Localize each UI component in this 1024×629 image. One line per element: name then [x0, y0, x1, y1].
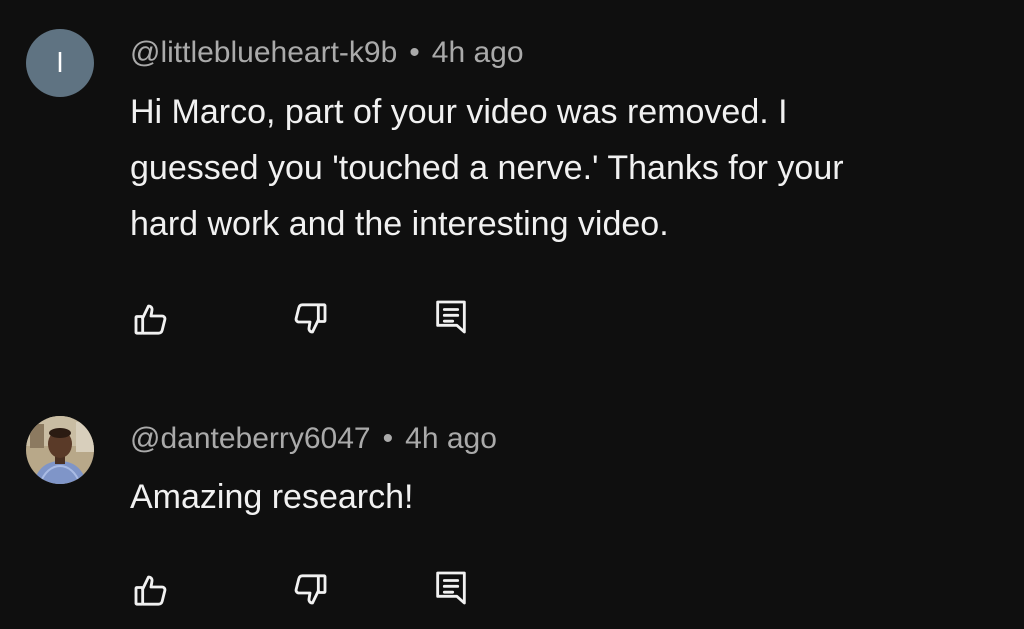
reply-icon [436, 571, 466, 605]
thumbs-up-icon [134, 575, 167, 606]
comment-text: Amazing research! [130, 469, 413, 525]
comment-header: @littleblueheart-k9b • 4h ago [130, 36, 524, 70]
dislike-button[interactable] [287, 567, 333, 613]
separator-dot: • [409, 36, 420, 69]
avatar[interactable]: l [26, 29, 94, 97]
comment-text-line: guessed you 'touched a nerve.' Thanks fo… [130, 149, 844, 187]
author-handle[interactable]: @danteberry6047 [130, 422, 371, 455]
avatar-letter: l [56, 47, 64, 78]
like-button[interactable] [128, 567, 174, 613]
comment-header: @danteberry6047 • 4h ago [130, 422, 497, 456]
separator-dot: • [382, 422, 394, 455]
comment-timestamp[interactable]: 4h ago [432, 36, 524, 69]
reply-icon [436, 300, 466, 334]
comment-text-line: Amazing research! [130, 478, 414, 516]
author-handle[interactable]: @littleblueheart-k9b [130, 36, 397, 69]
like-button[interactable] [128, 296, 174, 342]
comment-text: Hi Marco, part of your video was removed… [130, 84, 844, 252]
thumbs-up-icon [134, 304, 167, 335]
avatar[interactable] [26, 416, 94, 484]
thumbs-down-icon [294, 303, 327, 334]
comment-text-line: hard work and the interesting video. [130, 205, 669, 243]
reply-button[interactable] [428, 565, 474, 611]
comment-text-line: Hi Marco, part of your video was removed… [130, 93, 788, 131]
profile-photo-icon [26, 416, 94, 484]
thumbs-down-icon [294, 574, 327, 605]
comment-timestamp[interactable]: 4h ago [405, 422, 497, 455]
dislike-button[interactable] [287, 296, 333, 342]
reply-button[interactable] [428, 294, 474, 340]
